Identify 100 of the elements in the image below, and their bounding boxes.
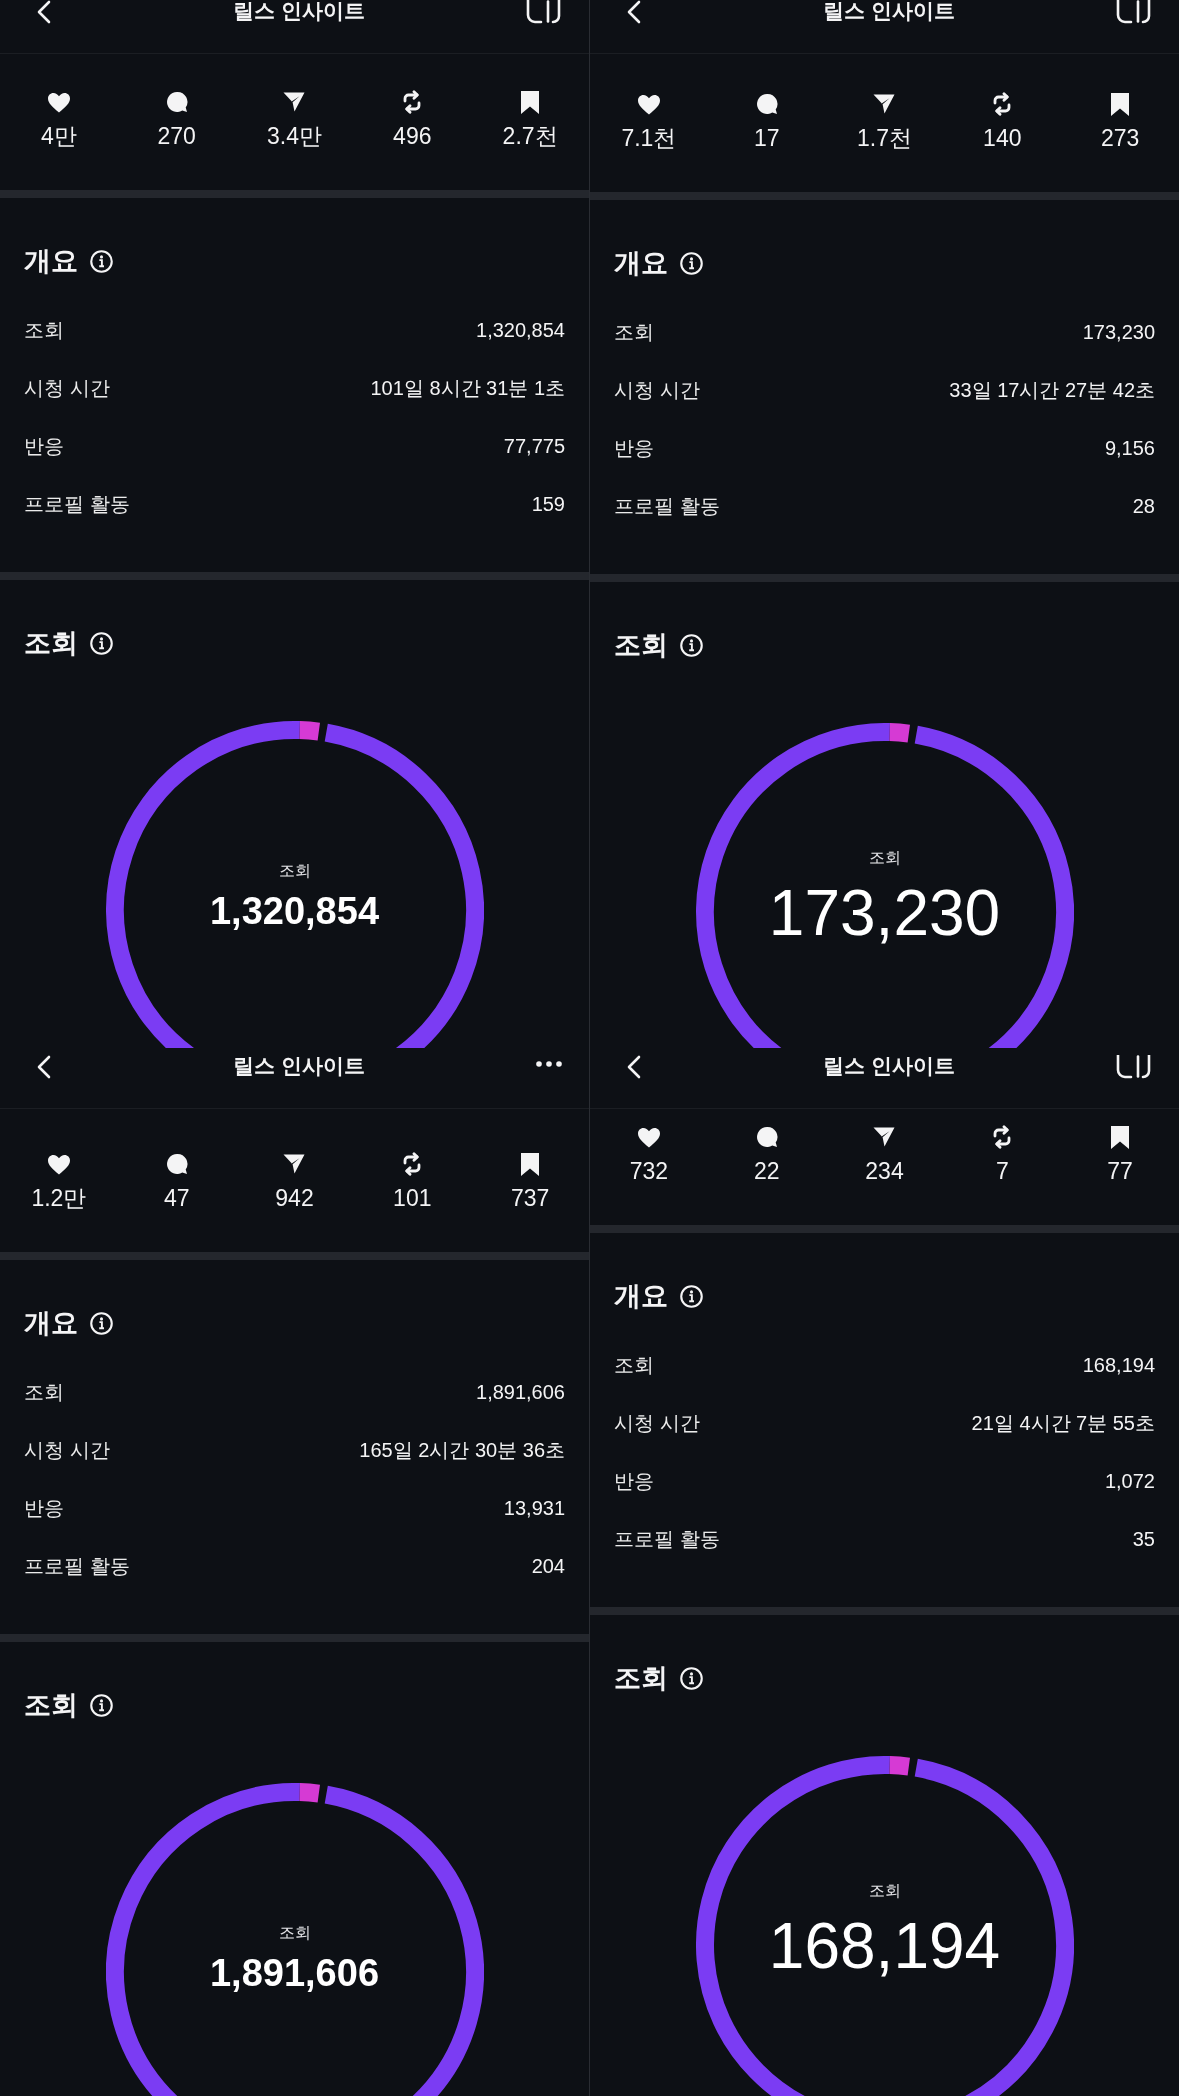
metric-value: 1,320,854 (476, 318, 565, 342)
paper-plane-icon (872, 1126, 897, 1148)
stat-count: 22 (753, 1157, 780, 1185)
donut-label: 조회 (278, 1923, 311, 1943)
info-icon[interactable] (90, 1693, 113, 1717)
metric-value: 168,194 (1082, 1353, 1155, 1377)
info-icon[interactable] (680, 1666, 703, 1690)
stat-count: 4만 (41, 122, 77, 150)
metric-label: 조회 (614, 1352, 654, 1378)
repost-icon (992, 92, 1013, 116)
repost-icon (402, 1152, 423, 1176)
donut-value: 173,230 (768, 878, 1001, 948)
stat-count: 1.7천 (857, 124, 912, 152)
back-icon[interactable] (36, 1055, 52, 1079)
stat-count: 17 (753, 124, 780, 152)
stat-count: 7.1천 (621, 124, 677, 152)
metric-value: 101일 8시간 31분 1초 (370, 375, 565, 401)
section-title: 개요 (24, 1307, 78, 1340)
metric-value: 33일 17시간 27분 42초 (949, 377, 1155, 403)
info-icon[interactable] (90, 1311, 113, 1335)
section-title: 개요 (614, 247, 668, 280)
stat-count: 2.7천 (502, 122, 558, 150)
metric-label: 프로필 활동 (614, 493, 720, 519)
screen-title: 릴스 인사이트 (233, 0, 365, 22)
metric-label: 반응 (24, 1495, 64, 1521)
info-icon[interactable] (680, 251, 703, 275)
section-title: 조회 (24, 1689, 78, 1722)
section-title: 개요 (614, 1280, 668, 1313)
stat-count: 942 (275, 1184, 314, 1212)
speech-bubble-icon (165, 1153, 188, 1175)
stat-count: 1.2만 (31, 1184, 87, 1212)
metric-label: 시청 시간 (614, 377, 700, 403)
metric-label: 반응 (614, 1468, 654, 1494)
info-icon[interactable] (90, 631, 113, 655)
info-icon[interactable] (90, 249, 113, 273)
bookmark-icon (1109, 91, 1132, 117)
stat-count: 732 (629, 1157, 669, 1185)
metric-value: 21일 4시간 7분 55초 (971, 1410, 1155, 1436)
metric-value: 13,931 (503, 1496, 565, 1520)
layout-icon[interactable] (526, 0, 562, 24)
stat-count: 737 (510, 1184, 550, 1212)
donut-label: 조회 (278, 861, 311, 881)
donut-value: 168,194 (768, 1911, 1001, 1981)
bookmark-icon (1109, 1124, 1132, 1150)
metric-label: 시청 시간 (24, 1437, 110, 1463)
layout-icon[interactable] (1116, 1055, 1152, 1079)
back-icon[interactable] (626, 1055, 642, 1079)
metric-value: 35 (1132, 1527, 1155, 1551)
stat-count: 496 (393, 122, 432, 150)
metric-label: 시청 시간 (614, 1410, 700, 1436)
info-icon[interactable] (680, 1284, 703, 1308)
stat-count: 140 (983, 124, 1022, 152)
repost-icon (992, 1125, 1013, 1149)
bookmark-icon (519, 1151, 542, 1177)
section-title: 조회 (24, 627, 78, 660)
back-icon[interactable] (626, 0, 642, 24)
stat-count: 234 (865, 1157, 904, 1185)
speech-bubble-icon (165, 91, 188, 113)
metric-value: 77,775 (503, 434, 565, 458)
section-title: 개요 (24, 245, 78, 278)
heart-icon (46, 91, 71, 113)
metric-label: 조회 (24, 317, 64, 343)
stat-count: 77 (1107, 1157, 1133, 1185)
metric-value: 28 (1132, 494, 1155, 518)
screen-title: 릴스 인사이트 (823, 0, 955, 22)
repost-icon (402, 90, 423, 114)
metric-label: 조회 (24, 1379, 64, 1405)
heart-icon (636, 93, 661, 115)
metric-label: 반응 (614, 435, 654, 461)
screen-title: 릴스 인사이트 (823, 1055, 955, 1077)
paper-plane-icon (282, 1153, 307, 1175)
metric-value: 204 (531, 1554, 565, 1578)
metric-value: 159 (531, 492, 565, 516)
donut-label: 조회 (868, 1881, 901, 1901)
stat-count: 273 (1100, 124, 1140, 152)
metric-label: 시청 시간 (24, 375, 110, 401)
speech-bubble-icon (755, 93, 778, 115)
metric-value: 165일 2시간 30분 36초 (359, 1437, 565, 1463)
section-title: 조회 (614, 629, 668, 662)
stat-count: 3.4만 (267, 122, 322, 150)
speech-bubble-icon (755, 1126, 778, 1148)
donut-value: 1,320,854 (209, 889, 380, 933)
donut-value: 1,891,606 (209, 1951, 380, 1995)
stat-count: 47 (163, 1184, 190, 1212)
metric-label: 조회 (614, 319, 654, 345)
layout-icon[interactable] (1116, 0, 1152, 24)
section-title: 조회 (614, 1662, 668, 1695)
metric-label: 프로필 활동 (614, 1526, 720, 1552)
paper-plane-icon (872, 93, 897, 115)
metric-value: 1,072 (1104, 1469, 1155, 1493)
more-icon[interactable] (536, 1061, 562, 1067)
screen-title: 릴스 인사이트 (233, 1055, 365, 1077)
info-icon[interactable] (680, 633, 703, 657)
metric-value: 1,891,606 (476, 1380, 565, 1404)
bookmark-icon (519, 89, 542, 115)
metric-label: 프로필 활동 (24, 1553, 130, 1579)
back-icon[interactable] (36, 0, 52, 24)
donut-label: 조회 (868, 848, 901, 868)
stat-count: 7 (995, 1157, 1009, 1185)
paper-plane-icon (282, 91, 307, 113)
